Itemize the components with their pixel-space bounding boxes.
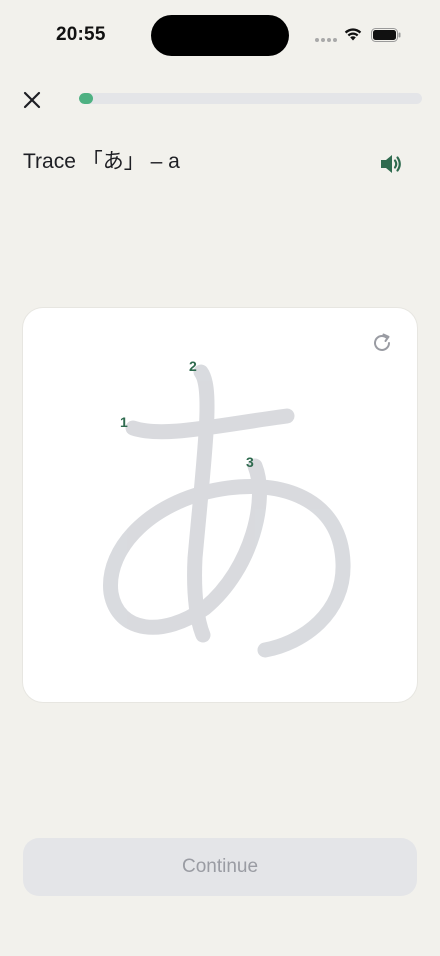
continue-button[interactable]: Continue xyxy=(23,838,417,896)
reset-trace-button[interactable] xyxy=(371,332,393,354)
trace-canvas[interactable]: 1 2 3 xyxy=(23,308,417,702)
speaker-icon xyxy=(381,155,401,173)
battery-icon xyxy=(371,28,401,42)
lesson-progress-bar xyxy=(79,93,422,104)
guide-stroke-2 xyxy=(187,364,215,643)
status-bar: 20:55 xyxy=(0,0,440,72)
stroke-number-3: 3 xyxy=(246,454,254,470)
wifi-icon xyxy=(344,28,362,41)
character-guide xyxy=(103,364,351,658)
lesson-progress-fill xyxy=(79,93,93,104)
play-audio-button[interactable] xyxy=(378,151,404,177)
reset-icon xyxy=(374,333,390,351)
stroke-number-2: 2 xyxy=(189,358,197,374)
guide-stroke-3 xyxy=(103,458,351,658)
trace-lesson-screen: 20:55 Trace 「あ」 – a 1 2 3 Continue xyxy=(0,0,440,956)
stroke-number-1: 1 xyxy=(120,414,128,430)
trace-prompt: Trace 「あ」 – a xyxy=(23,150,180,173)
status-time: 20:55 xyxy=(56,24,106,45)
dynamic-island xyxy=(151,15,289,56)
close-button[interactable] xyxy=(20,88,44,112)
cellular-signal-icon xyxy=(315,38,337,43)
close-icon xyxy=(23,91,41,109)
